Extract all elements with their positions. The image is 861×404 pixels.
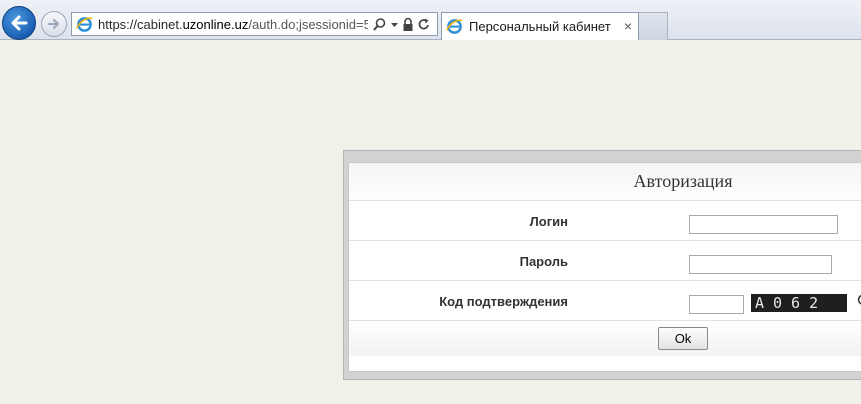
- password-label: Пароль: [519, 254, 568, 269]
- auth-header: Авторизация: [349, 163, 861, 200]
- address-actions: [372, 17, 431, 32]
- forward-button[interactable]: [41, 11, 67, 37]
- password-row: Пароль: [349, 240, 861, 280]
- arrow-right-icon: [48, 19, 59, 29]
- captcha-input[interactable]: [689, 295, 744, 314]
- login-label: Логин: [529, 214, 568, 229]
- internet-explorer-icon: [446, 19, 463, 34]
- auth-form: Авторизация Логин Пароль Код подтвержден…: [348, 162, 861, 372]
- search-icon[interactable]: [372, 17, 387, 32]
- browser-toolbar: https://cabinet.uzonline.uz/auth.do;jses…: [0, 0, 861, 40]
- new-tab-button[interactable]: [639, 12, 668, 40]
- ok-button[interactable]: Ok: [658, 327, 708, 350]
- tab-personal-cabinet[interactable]: Персональный кабинет ×: [441, 12, 639, 40]
- captcha-label: Код подтверждения: [439, 294, 568, 309]
- password-input[interactable]: [689, 255, 832, 274]
- tab-title: Персональный кабинет: [469, 19, 611, 34]
- auth-title: Авторизация: [633, 171, 733, 191]
- url-text[interactable]: https://cabinet.uzonline.uz/auth.do;jses…: [98, 17, 368, 32]
- login-row: Логин: [349, 200, 861, 240]
- url-host: uzonline.uz: [182, 16, 249, 32]
- address-bar[interactable]: https://cabinet.uzonline.uz/auth.do;jses…: [71, 12, 438, 36]
- internet-explorer-icon: [76, 16, 93, 32]
- close-icon[interactable]: ×: [624, 19, 632, 33]
- refresh-icon[interactable]: [856, 293, 861, 307]
- login-input[interactable]: [689, 215, 838, 234]
- lock-icon[interactable]: [402, 17, 414, 32]
- captcha-image: A062: [751, 294, 847, 312]
- arrow-left-icon: [11, 15, 28, 31]
- url-prefix: https://cabinet.: [98, 16, 183, 32]
- back-button[interactable]: [2, 6, 36, 40]
- refresh-page-icon[interactable]: [417, 17, 431, 32]
- chevron-down-icon[interactable]: [390, 17, 399, 32]
- url-path: /auth.do;jsessionid=575: [248, 16, 368, 32]
- captcha-row: Код подтверждения A062: [349, 280, 861, 320]
- auth-footer: Ok: [349, 320, 861, 356]
